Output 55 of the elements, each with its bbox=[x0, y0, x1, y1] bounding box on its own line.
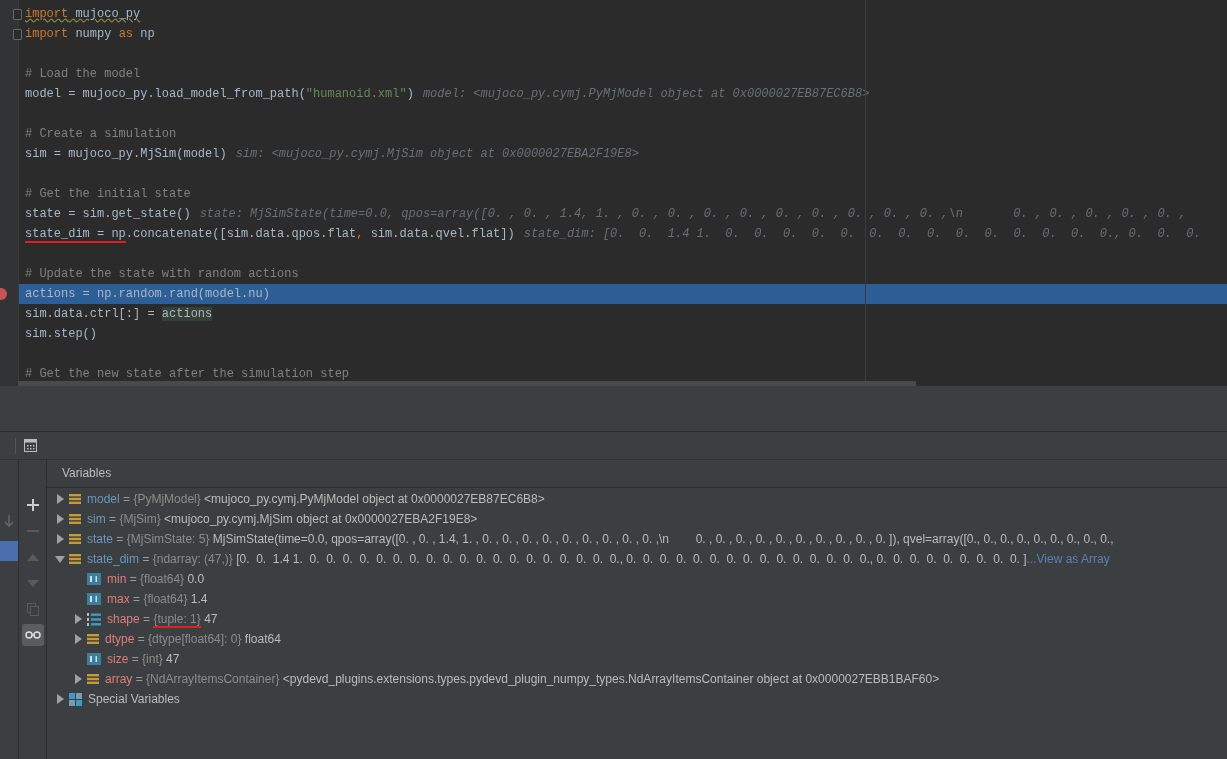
panel-title: Variables bbox=[47, 460, 1227, 488]
code-line: # Create a simulation bbox=[25, 127, 177, 141]
list-icon bbox=[87, 673, 99, 685]
expand-arrow-icon[interactable] bbox=[55, 534, 65, 544]
number-icon bbox=[87, 573, 101, 585]
code-line: # Get the new state after the simulation step bbox=[25, 367, 350, 381]
code-line: # Update the state with random actions bbox=[25, 267, 299, 281]
variable-entry[interactable]: max = {float64} 1.4 bbox=[107, 592, 208, 606]
code-line: sim.step() bbox=[25, 327, 97, 341]
list-icon bbox=[87, 633, 99, 645]
code-line: actions = np.random.rand(model.nu) bbox=[25, 287, 270, 301]
variable-entry[interactable]: dtype = {dtype[float64]: 0} float64 bbox=[105, 632, 281, 646]
variable-entry[interactable]: array = {NdArrayItemsContainer} <pydevd_plugins.extensions.types.pydevd_plugin_numpy_types.NdArrayItemsContainer object at 0x0000027EBB1BAF60> bbox=[105, 672, 940, 686]
code-line: import mujoco_py bbox=[25, 7, 141, 21]
inline-value-hint: sim: <mujoco_py.cymj.MjSim object at 0x0000027EBA2F19E8> bbox=[235, 147, 639, 161]
inline-value-hint: state: MjSimState(time=0.0, qpos=array([0. , 0. , 1.4, 1. , 0. , 0. , 0. , 0. , 0. , 0. , 0. , 0. , 0. ,\n 0. , 0. , 0. , 0. , 0. , bbox=[199, 207, 1187, 221]
list-icon bbox=[69, 533, 81, 545]
variable-entry[interactable]: shape = {tuple: 1} 47 bbox=[107, 612, 218, 626]
expand-arrow-icon[interactable] bbox=[73, 674, 83, 684]
number-icon bbox=[87, 653, 101, 665]
expand-arrow-icon[interactable] bbox=[73, 634, 83, 644]
selected-frame-marker[interactable] bbox=[0, 541, 18, 561]
list-icon bbox=[69, 493, 81, 505]
horizontal-scrollbar[interactable] bbox=[18, 381, 916, 386]
variable-name: Special Variables bbox=[88, 692, 180, 706]
inline-value-hint: model: <mujoco_py.cymj.PyMjModel object at 0x0000027EB87EC6B8> bbox=[422, 87, 870, 101]
fold-icon[interactable] bbox=[13, 28, 22, 40]
variable-entry[interactable]: min = {float64} 0.0 bbox=[107, 572, 205, 586]
calculator-icon[interactable] bbox=[24, 439, 37, 452]
code-line: state = sim.get_state() bbox=[25, 207, 191, 221]
code-line: sim.data.ctrl[:] = actions bbox=[25, 307, 213, 321]
numbered-list-icon bbox=[87, 612, 101, 626]
code-line: import numpy as np bbox=[25, 27, 155, 41]
fold-icon[interactable] bbox=[13, 8, 22, 20]
list-icon bbox=[69, 513, 81, 525]
number-icon bbox=[87, 593, 101, 605]
code-line: sim = mujoco_py.MjSim(model) bbox=[25, 147, 227, 161]
variable-entry[interactable]: model = {PyMjModel} <mujoco_py.cymj.PyMjModel object at 0x0000027EB87EC6B8> bbox=[87, 492, 545, 506]
expand-arrow-icon[interactable] bbox=[73, 614, 83, 624]
expand-arrow-icon[interactable] bbox=[55, 494, 65, 504]
code-line: model = mujoco_py.load_model_from_path("humanoid.xml") bbox=[25, 87, 414, 101]
variable-entry[interactable]: state = {MjSimState: 5} MjSimState(time=0.0, qpos=array([0. , 0. , 1.4, 1. , 0. , 0. , 0. , 0. , 0. , 0. , 0. , 0. , 0. ,\n 0. , 0. , 0. , 0. , 0. , 0. , 0. , 0. , 0. , 0. ]), qvel=array([0., 0., 0., 0., 0., 0., 0., 0., 0., bbox=[87, 532, 1114, 546]
collapse-arrow-icon[interactable] bbox=[55, 554, 65, 564]
expand-arrow-icon[interactable] bbox=[55, 694, 65, 704]
code-line: state_dim = np.concatenate([sim.data.qpos.flat, sim.data.qvel.flat]) bbox=[25, 227, 515, 241]
glasses-icon[interactable] bbox=[21, 624, 44, 646]
expand-arrow-icon[interactable] bbox=[55, 514, 65, 524]
inline-value-hint: state_dim: [0. 0. 1.4 1. 0. 0. 0. 0. 0. 0. 0. 0. 0. 0. 0. 0. 0. 0., 0. 0. 0. bbox=[523, 227, 1201, 241]
code-line: # Get the initial state bbox=[25, 187, 191, 201]
code-line: # Load the model bbox=[25, 67, 141, 81]
list-icon bbox=[69, 553, 81, 565]
variable-entry[interactable]: sim = {MjSim} <mujoco_py.cymj.MjSim object at 0x0000027EBA2F19E8> bbox=[87, 512, 478, 526]
grid-icon bbox=[69, 692, 82, 706]
variable-entry[interactable]: state_dim = {ndarray: (47,)} [0. 0. 1.4 1. 0. 0. 0. 0. 0. 0. 0. 0. 0. 0. 0. 0. 0. 0. 0. 0. 0. 0. 0., 0. 0. 0. 0. 0. 0. 0. 0. 0. 0. 0. 0. 0. 0. 0., 0. 0. 0. 0. 0. 0. 0. 0. 0. ] bbox=[87, 552, 1027, 566]
variable-entry[interactable]: size = {int} 47 bbox=[107, 652, 180, 666]
